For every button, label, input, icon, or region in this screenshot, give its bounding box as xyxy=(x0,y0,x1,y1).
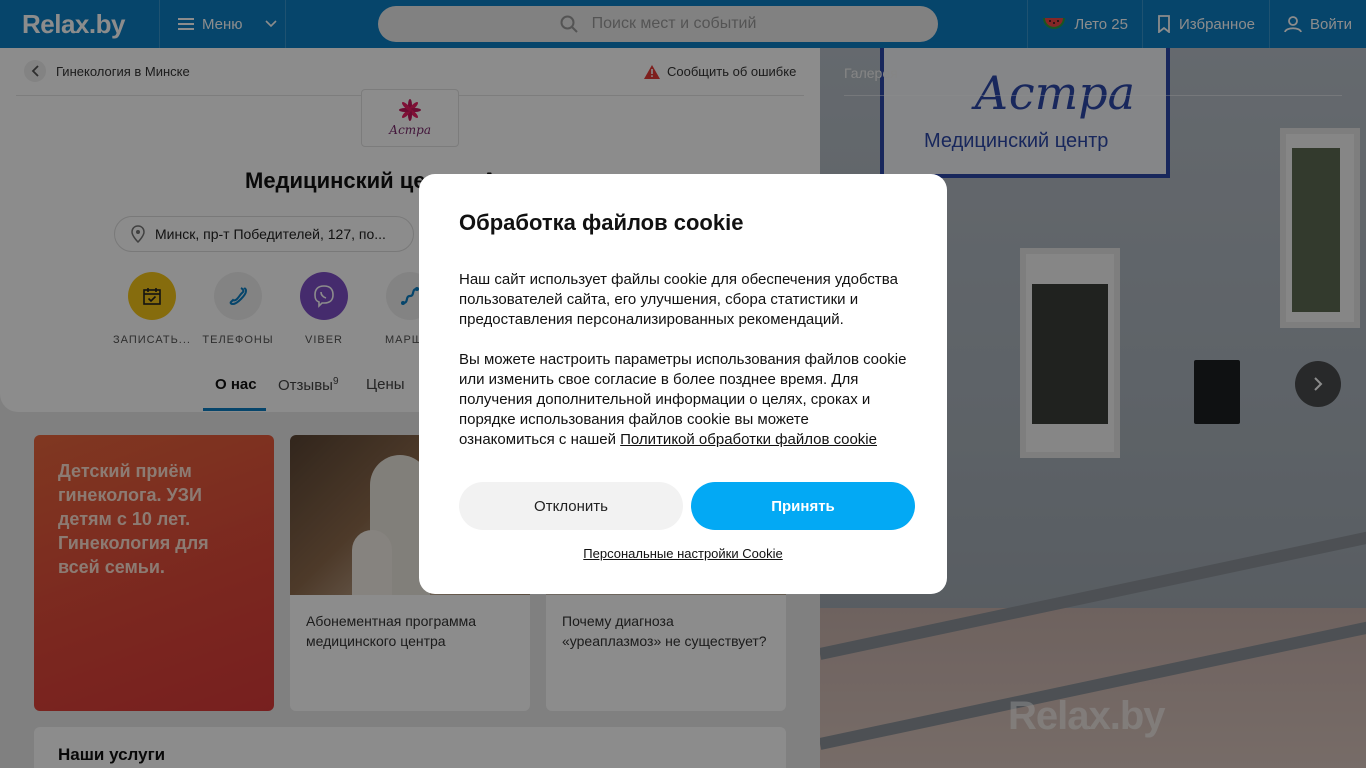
cookie-modal: Обработка файлов cookie Наш сайт использ… xyxy=(419,174,947,594)
cookie-title: Обработка файлов cookie xyxy=(459,210,744,235)
decline-button[interactable]: Отклонить xyxy=(459,482,683,530)
cookie-paragraph-1: Наш сайт использует файлы cookie для обе… xyxy=(459,271,898,328)
cookie-paragraph-2: Вы можете настроить параметры использова… xyxy=(459,350,907,450)
accept-button[interactable]: Принять xyxy=(691,482,915,530)
cookie-settings-link[interactable]: Персональные настройки Cookie xyxy=(419,546,947,561)
cookie-policy-link[interactable]: Политикой обработки файлов cookie xyxy=(620,431,877,448)
